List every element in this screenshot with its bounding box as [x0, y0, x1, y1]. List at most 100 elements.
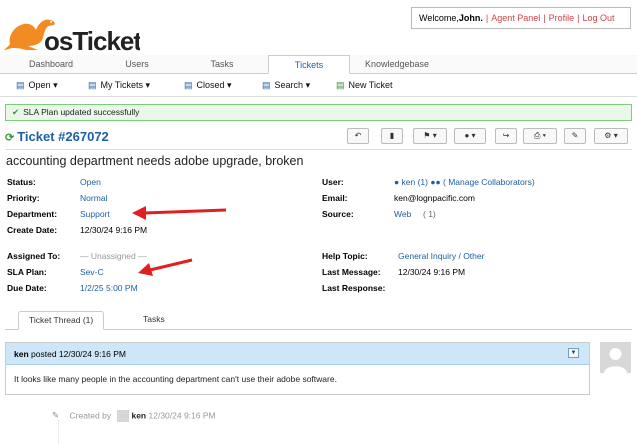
gear-icon: ⚙ — [604, 131, 612, 140]
priority-value[interactable]: Normal — [80, 193, 107, 203]
user-icon: ● — [464, 131, 470, 140]
tab-ticket-thread[interactable]: Ticket Thread (1) — [18, 311, 105, 330]
ticket-number[interactable]: ⟳ Ticket #267072 — [5, 129, 109, 144]
edit-icon: ✎ — [571, 131, 579, 140]
check-circle-icon: ✔ — [12, 107, 20, 117]
print-menu-button[interactable]: ⎙ ▾ — [523, 128, 557, 144]
share-button[interactable]: ↪ — [495, 128, 517, 144]
create-date-value: 12/30/24 9:16 PM — [80, 225, 148, 235]
timeline-line — [58, 420, 59, 444]
thread-options-dropdown[interactable]: ▼ — [568, 348, 579, 358]
tab-users[interactable]: Users — [98, 55, 176, 73]
alert-text: SLA Plan updated successfully — [23, 107, 140, 117]
created-by-label: Created by — [69, 410, 112, 421]
reply-icon: ↶ — [354, 131, 362, 140]
user-label: User: — [322, 177, 344, 187]
source-label: Source: — [322, 209, 354, 219]
logout-link[interactable]: Log Out — [582, 13, 614, 23]
thread-entry: ken posted 12/30/24 9:16 PM ▼ It looks l… — [5, 342, 590, 395]
more-menu-button[interactable]: ⚙ ▾ — [594, 128, 628, 144]
closed-tickets-menu[interactable]: ▤ Closed ▾ — [184, 79, 232, 91]
create-date-label: Create Date: — [7, 225, 58, 235]
due-date-label: Due Date: — [7, 283, 47, 293]
new-ticket-button[interactable]: ▤ New Ticket — [336, 79, 393, 91]
closed-label: Closed — [196, 80, 225, 90]
status-label: Status: — [7, 177, 36, 187]
annotation-arrow-department — [132, 206, 227, 220]
osticket-logo[interactable]: osTicket — [4, 6, 143, 56]
print-pdf-button[interactable]: ▮ — [381, 128, 403, 144]
source-value[interactable]: Web — [394, 209, 411, 219]
refresh-icon[interactable]: ⟳ — [5, 132, 14, 144]
logo-text: osTicket — [44, 26, 140, 52]
assign-menu-button[interactable]: ● ▾ — [454, 128, 486, 144]
tab-tasks[interactable]: Tasks — [180, 55, 264, 73]
last-message-label: Last Message: — [322, 267, 381, 277]
my-tickets-menu[interactable]: ▤ My Tickets ▾ — [88, 79, 150, 91]
last-message-value: 12/30/24 9:16 PM — [398, 267, 466, 277]
thread-body: It looks like many people in the account… — [14, 374, 337, 384]
welcome-prefix: Welcome, — [419, 13, 459, 23]
user-value[interactable]: ● ken (1) ●● ( Manage Collaborators) — [394, 177, 535, 187]
tab-tickets[interactable]: Tickets — [268, 55, 350, 74]
status-value[interactable]: Open — [80, 177, 101, 187]
chevron-down-icon: ▾ — [145, 80, 151, 90]
caret-icon: ▾ — [542, 131, 546, 140]
department-label: Department: — [7, 209, 58, 219]
sla-plan-value[interactable]: Sev-C — [80, 267, 104, 277]
flag-menu-button[interactable]: ⚑ ▾ — [413, 128, 447, 144]
sla-plan-label: SLA Plan: — [7, 267, 47, 277]
priority-label: Priority: — [7, 193, 40, 203]
document-icon: ▮ — [389, 131, 395, 140]
department-value[interactable]: Support — [80, 209, 110, 219]
tab-dashboard[interactable]: Dashboard — [10, 55, 92, 73]
ticket-subject: accounting department needs adobe upgrad… — [6, 154, 304, 168]
caret-icon: ▾ — [432, 131, 437, 140]
last-response-label: Last Response: — [322, 283, 386, 293]
created-by-user: ken — [131, 410, 147, 421]
welcome-box: Welcome, John. | Agent Panel | Profile |… — [411, 7, 631, 29]
ticket-tabs: Ticket Thread (1) Tasks — [5, 309, 632, 330]
separator: | — [543, 13, 546, 23]
welcome-user: John. — [458, 13, 483, 23]
manage-collaborators-link[interactable]: ( Manage Collaborators) — [443, 177, 535, 187]
annotation-arrow-sla — [138, 258, 193, 276]
email-label: Email: — [322, 193, 348, 203]
separator: | — [577, 13, 580, 23]
search-label: Search — [274, 80, 304, 90]
pencil-icon: ✎ — [52, 410, 60, 421]
new-ticket-label: New Ticket — [348, 80, 393, 90]
user-icon: ● — [394, 177, 400, 187]
search-menu[interactable]: ▤ Search ▾ — [262, 79, 310, 91]
thread-author-name: ken — [14, 349, 29, 359]
thread-entry-header: ken posted 12/30/24 9:16 PM ▼ — [6, 343, 589, 365]
sub-nav: ▤ Open ▾ ▤ My Tickets ▾ ▤ Closed ▾ ▤ Search … — [0, 74, 637, 97]
users-icon: ●● — [430, 177, 441, 187]
search-icon: ▤ — [262, 80, 271, 90]
divider — [5, 149, 632, 150]
reply-button[interactable]: ↶ — [347, 128, 369, 144]
print-icon: ⎙ — [533, 131, 541, 140]
source-count: ( 1) — [423, 209, 436, 219]
flag-icon: ⚑ — [423, 131, 431, 140]
email-value: ken@lognpacific.com — [394, 193, 475, 203]
avatar — [117, 410, 130, 422]
chevron-down-icon: ▾ — [227, 80, 232, 90]
edit-button[interactable]: ✎ — [564, 128, 586, 144]
my-tickets-label: My Tickets — [100, 80, 144, 90]
thread-posted: posted 12/30/24 9:16 PM — [31, 349, 127, 359]
ticket-toolbar: ↶ ▮ ⚑ ▾ ● ▾ ↪ ⎙ ▾ ✎ ⚙ ▾ — [347, 128, 632, 144]
tab-tasks[interactable]: Tasks — [133, 311, 175, 328]
due-date-value[interactable]: 1/2/25 5:00 PM — [80, 283, 138, 293]
tab-knowledgebase[interactable]: Knowledgebase — [352, 55, 442, 73]
profile-link[interactable]: Profile — [549, 13, 575, 23]
thread-author: ken posted 12/30/24 9:16 PM — [14, 349, 126, 359]
open-label: Open — [28, 80, 51, 90]
open-tickets-menu[interactable]: ▤ Open ▾ — [16, 79, 58, 91]
agent-panel-link[interactable]: Agent Panel — [491, 13, 540, 23]
assigned-to-label: Assigned To: — [7, 251, 61, 261]
ticket-icon: ▤ — [16, 80, 25, 90]
created-at: 12/30/24 9:16 PM — [148, 410, 216, 421]
main-nav: Dashboard Users Tasks Tickets Knowledgeb… — [0, 55, 637, 74]
help-topic-value[interactable]: General Inquiry / Other — [398, 251, 484, 261]
